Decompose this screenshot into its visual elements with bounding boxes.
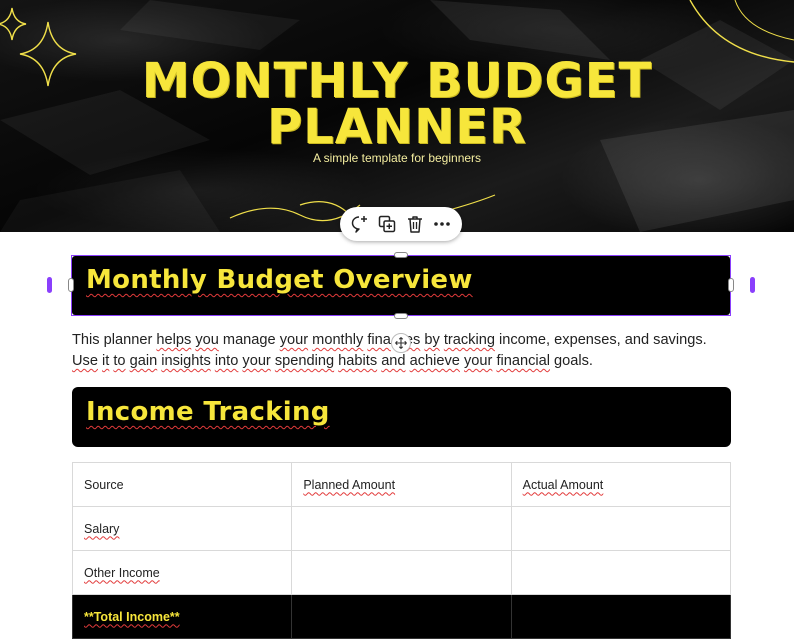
table-header-cell[interactable]: Planned Amount [291, 462, 512, 507]
hero-subtitle: A simple template for beginners [312, 151, 482, 165]
table-header-cell[interactable]: Source [71, 462, 293, 507]
table-cell[interactable] [291, 550, 512, 595]
table-cell[interactable] [510, 506, 732, 551]
resize-handle-left[interactable] [68, 278, 74, 292]
resize-handle-bottom[interactable] [394, 313, 408, 319]
duplicate-button[interactable] [375, 212, 399, 236]
comment-add-icon [351, 216, 367, 233]
move-block-handle[interactable] [391, 333, 411, 353]
table-cell[interactable]: Other Income [71, 550, 293, 595]
trash-icon [407, 216, 422, 233]
more-options-button[interactable] [430, 212, 454, 236]
delete-button[interactable] [403, 212, 427, 236]
duplicate-icon [379, 215, 396, 233]
table-cell[interactable] [510, 550, 732, 595]
income-table: Source Planned Amount Actual Amount Sala… [71, 462, 732, 639]
table-cell[interactable]: Salary [71, 506, 293, 551]
resize-handle-top[interactable] [394, 252, 408, 258]
table-row: Other Income [71, 550, 732, 595]
hero-title-line-1: MONTHLY BUDGET [141, 53, 653, 109]
resize-handle-right[interactable] [728, 278, 734, 292]
add-comment-button[interactable] [348, 212, 372, 236]
table-header-cell[interactable]: Actual Amount [510, 462, 732, 507]
table-cell-total-label[interactable]: **Total Income** [71, 594, 293, 639]
hero-title-line-2: PLANNER [266, 99, 527, 155]
selection-side-marker-right [750, 277, 755, 293]
hero-title: MONTHLY BUDGET PLANNER [0, 53, 794, 155]
selection-side-marker-left [47, 277, 52, 293]
block-toolbar [340, 207, 462, 241]
move-icon [395, 337, 407, 349]
income-heading-block[interactable]: Income Tracking [72, 387, 731, 447]
hero-banner: MONTHLY BUDGET PLANNER A simple template… [0, 0, 794, 232]
table-cell[interactable] [291, 594, 512, 639]
selection-frame [71, 255, 731, 316]
table-row: Salary [71, 506, 732, 551]
table-header-row: Source Planned Amount Actual Amount [71, 462, 732, 507]
table-cell[interactable] [510, 594, 732, 639]
table-total-row: **Total Income** [71, 594, 732, 639]
table-cell[interactable] [291, 506, 512, 551]
more-icon [434, 222, 451, 226]
income-heading[interactable]: Income Tracking [86, 397, 330, 427]
